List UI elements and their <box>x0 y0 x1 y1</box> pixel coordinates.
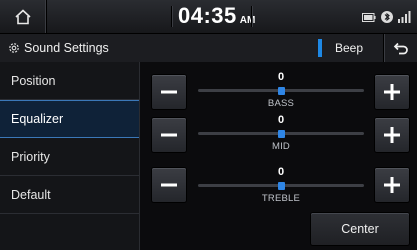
clock-ampm: AM <box>239 15 256 26</box>
page-title-text: Sound Settings <box>24 41 109 55</box>
plus-icon <box>384 127 400 143</box>
gear-icon <box>9 43 19 53</box>
sidebar-item-label: Position <box>11 73 56 88</box>
bass-slider-knob[interactable] <box>277 87 285 95</box>
beep-label: Beep <box>335 41 364 55</box>
home-icon <box>15 8 31 24</box>
home-button[interactable] <box>0 0 47 33</box>
status-divider <box>251 6 252 27</box>
treble-increase-button[interactable] <box>375 168 409 202</box>
back-button[interactable] <box>383 34 417 62</box>
sidebar-item-priority[interactable]: Priority <box>0 138 139 176</box>
center-button-label: Center <box>341 222 379 236</box>
sidebar-item-equalizer[interactable]: Equalizer <box>0 100 139 138</box>
minus-icon <box>161 90 177 94</box>
beep-indicator <box>318 39 322 57</box>
signal-icon <box>398 11 411 23</box>
treble-value: 0 <box>277 166 285 178</box>
sidebar-item-default[interactable]: Default <box>0 176 139 214</box>
mid-decrease-button[interactable] <box>152 118 186 152</box>
plus-icon <box>384 177 400 193</box>
title-bar: Sound Settings Beep <box>0 34 417 63</box>
treble-slider-knob[interactable] <box>277 182 285 190</box>
minus-icon <box>161 183 177 187</box>
mid-label: MID <box>271 141 290 152</box>
mid-increase-button[interactable] <box>375 118 409 152</box>
sidebar-item-label: Default <box>11 187 51 202</box>
clock-time: 04:35 <box>178 3 237 28</box>
sidebar-item-position[interactable]: Position <box>0 62 139 100</box>
sidebar-item-label: Priority <box>11 149 50 164</box>
plus-icon <box>384 84 400 100</box>
center-button[interactable]: Center <box>311 213 409 245</box>
mid-slider-knob[interactable] <box>277 130 285 138</box>
treble-decrease-button[interactable] <box>152 168 186 202</box>
bass-increase-button[interactable] <box>375 75 409 109</box>
treble-label: TREBLE <box>261 193 301 204</box>
minus-icon <box>161 133 177 137</box>
bass-value: 0 <box>277 71 285 83</box>
page-title: Sound Settings <box>8 34 109 62</box>
battery-icon <box>362 12 376 22</box>
bass-label: BASS <box>267 98 295 109</box>
back-arrow-icon <box>393 42 408 55</box>
sidebar: Position Equalizer Priority Default <box>0 62 140 250</box>
clock: 04:35 AM <box>178 3 255 31</box>
equalizer-panel: 0 BASS 0 MID 0 TREBLE Center <box>140 62 417 250</box>
bass-decrease-button[interactable] <box>152 75 186 109</box>
bluetooth-phone-icon <box>381 11 393 23</box>
status-icons <box>362 9 411 25</box>
status-bar: 04:35 AM <box>0 0 417 34</box>
status-divider <box>171 6 172 27</box>
beep-button[interactable]: Beep <box>318 37 372 59</box>
mid-value: 0 <box>277 114 285 126</box>
sidebar-item-label: Equalizer <box>11 112 64 126</box>
